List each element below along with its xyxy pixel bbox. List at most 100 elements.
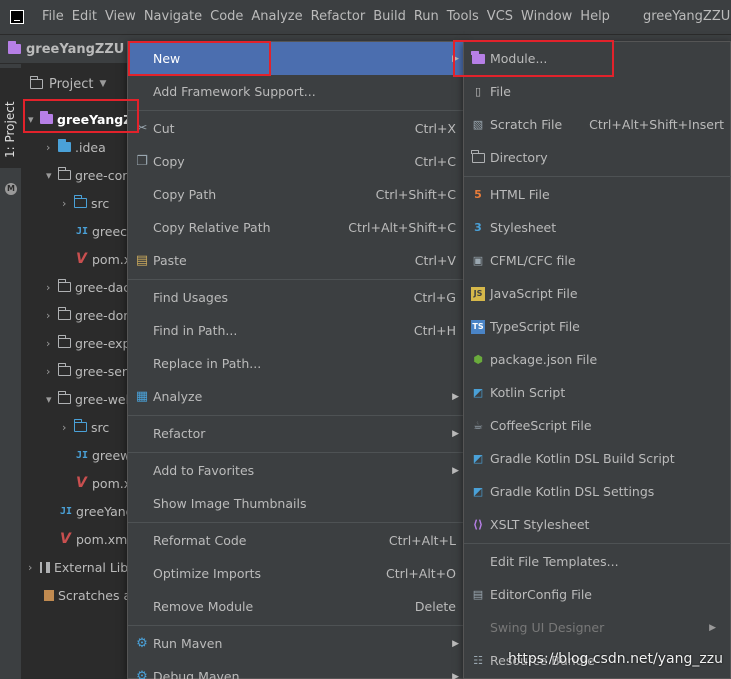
expand-arrow-icon[interactable]: ▾ — [46, 393, 58, 406]
project-panel-title[interactable]: Project — [49, 77, 93, 92]
kotlin-icon: ◩ — [472, 386, 484, 399]
menu-item-find-in-path[interactable]: Find in Path... Ctrl+H — [128, 314, 464, 347]
menu-tools[interactable]: Tools — [443, 0, 483, 34]
tree-item-pom-file[interactable]: V pom.xml — [60, 525, 131, 553]
tree-item-gree-domain[interactable]: › gree-dor — [46, 301, 128, 329]
menu-run[interactable]: Run — [410, 0, 443, 34]
menu-item-shortcut: Ctrl+Shift+C — [375, 187, 456, 202]
submenu-item-kotlin-script[interactable]: ◩ Kotlin Script — [464, 376, 731, 409]
breadcrumb-project[interactable]: greeYangZZU — [26, 42, 124, 57]
menu-item-copy-path[interactable]: Copy Path Ctrl+Shift+C — [128, 178, 464, 211]
tree-item-root-module[interactable]: ▾ greeYangZ — [28, 105, 132, 133]
submenu-item-gradle-kotlin-build[interactable]: ◩ Gradle Kotlin DSL Build Script — [464, 442, 731, 475]
tree-item-pom-file[interactable]: V pom.x — [76, 469, 131, 497]
maven-gear-icon: ⚙ — [136, 636, 148, 651]
menu-item-replace-in-path[interactable]: Replace in Path... — [128, 347, 464, 380]
menu-item-add-framework-support[interactable]: Add Framework Support... — [128, 75, 464, 108]
menu-item-cut[interactable]: ✂ Cut Ctrl+X — [128, 112, 464, 145]
submenu-arrow-icon: ▶ — [452, 671, 459, 679]
submenu-item-html-file[interactable]: 5 HTML File — [464, 178, 731, 211]
menu-analyze[interactable]: Analyze — [247, 0, 306, 34]
collapsed-arrow-icon[interactable]: › — [46, 309, 58, 322]
submenu-item-directory[interactable]: Directory — [464, 141, 731, 174]
menu-item-optimize-imports[interactable]: Optimize Imports Ctrl+Alt+O — [128, 557, 464, 590]
submenu-item-package-json[interactable]: ⬢ package.json File — [464, 343, 731, 376]
menu-help[interactable]: Help — [576, 0, 614, 34]
menu-item-debug-maven[interactable]: ⚙ Debug Maven ▶ — [128, 660, 464, 679]
tree-item-gree-exp[interactable]: › gree-exp — [46, 329, 131, 357]
collapsed-arrow-icon[interactable]: › — [62, 421, 74, 434]
menu-item-label: Cut — [153, 121, 175, 136]
tree-item-iml-file[interactable]: JI greew — [76, 441, 130, 469]
tree-item-scratches[interactable]: Scratches a — [44, 581, 131, 609]
tree-item-gree-core[interactable]: ▾ gree-cor — [46, 161, 127, 189]
menu-item-label: Reformat Code — [153, 533, 247, 548]
menu-item-analyze[interactable]: ▦ Analyze ▶ — [128, 380, 464, 413]
project-panel-header[interactable]: Project ▼ — [22, 64, 132, 104]
tree-item-gree-dao[interactable]: › gree-dac — [46, 273, 130, 301]
menu-edit[interactable]: Edit — [68, 0, 101, 34]
tree-item-pom-file[interactable]: V pom.x — [76, 245, 131, 273]
menu-item-remove-module[interactable]: Remove Module Delete — [128, 590, 464, 623]
chevron-down-icon[interactable]: ▼ — [99, 79, 106, 89]
menu-view[interactable]: View — [101, 0, 140, 34]
menu-item-run-maven[interactable]: ⚙ Run Maven ▶ — [128, 627, 464, 660]
submenu-item-edit-file-templates[interactable]: Edit File Templates... — [464, 545, 731, 578]
submenu-item-cfml-file[interactable]: ▣ CFML/CFC file — [464, 244, 731, 277]
folder-icon — [471, 149, 485, 165]
submenu-item-scratch-file[interactable]: ▧ Scratch File Ctrl+Alt+Shift+Insert — [464, 108, 731, 141]
collapsed-arrow-icon[interactable]: › — [46, 141, 58, 154]
tree-item-iml-file[interactable]: JI greeYang — [60, 497, 134, 525]
menu-item-copy[interactable]: ❐ Copy Ctrl+C — [128, 145, 464, 178]
menu-item-paste[interactable]: ▤ Paste Ctrl+V — [128, 244, 464, 277]
menu-window[interactable]: Window — [517, 0, 576, 34]
cut-icon: ✂ — [136, 121, 148, 136]
submenu-item-file[interactable]: ▯ File — [464, 75, 731, 108]
submenu-item-stylesheet[interactable]: 3 Stylesheet — [464, 211, 731, 244]
menu-item-find-usages[interactable]: Find Usages Ctrl+G — [128, 281, 464, 314]
maven-icon[interactable]: M — [5, 183, 17, 195]
submenu-item-coffeescript-file[interactable]: ☕ CoffeeScript File — [464, 409, 731, 442]
tree-item-src[interactable]: › src — [62, 189, 109, 217]
menu-item-reformat-code[interactable]: Reformat Code Ctrl+Alt+L — [128, 524, 464, 557]
tree-item-idea[interactable]: › .idea — [46, 133, 106, 161]
folder-icon — [57, 279, 71, 292]
menu-build[interactable]: Build — [369, 0, 410, 34]
submenu-item-editorconfig-file[interactable]: ▤ EditorConfig File — [464, 578, 731, 611]
menu-item-refactor[interactable]: Refactor ▶ — [128, 417, 464, 450]
menu-item-copy-relative-path[interactable]: Copy Relative Path Ctrl+Alt+Shift+C — [128, 211, 464, 244]
menu-navigate[interactable]: Navigate — [140, 0, 206, 34]
editorconfig-icon: ▤ — [472, 588, 484, 601]
menu-refactor[interactable]: Refactor — [307, 0, 370, 34]
submenu-item-shortcut: Ctrl+Alt+Shift+Insert — [589, 117, 724, 132]
submenu-arrow-icon: ▶ — [452, 53, 459, 64]
tree-item-iml-file[interactable]: JI greec — [76, 217, 127, 245]
tree-item-external-libraries[interactable]: › External Lib — [28, 553, 128, 581]
expand-arrow-icon[interactable]: ▾ — [28, 113, 40, 126]
submenu-item-xslt-stylesheet[interactable]: ⟨⟩ XSLT Stylesheet — [464, 508, 731, 541]
typescript-icon: TS — [471, 319, 485, 334]
maven-file-icon: V — [76, 475, 87, 491]
collapsed-arrow-icon[interactable]: › — [62, 197, 74, 210]
submenu-item-swing-ui-designer: Swing UI Designer ▶ — [464, 611, 731, 644]
tree-item-src[interactable]: › src — [62, 413, 109, 441]
submenu-item-javascript-file[interactable]: JS JavaScript File — [464, 277, 731, 310]
collapsed-arrow-icon[interactable]: › — [46, 365, 58, 378]
tree-item-gree-web[interactable]: ▾ gree-wel — [46, 385, 129, 413]
tree-item-gree-service[interactable]: › gree-ser — [46, 357, 127, 385]
submenu-item-module[interactable]: Module... — [464, 42, 731, 75]
submenu-item-typescript-file[interactable]: TS TypeScript File — [464, 310, 731, 343]
menu-file[interactable]: File — [38, 0, 68, 34]
menu-vcs[interactable]: VCS — [483, 0, 517, 34]
menu-item-add-to-favorites[interactable]: Add to Favorites ▶ — [128, 454, 464, 487]
menu-item-show-image-thumbnails[interactable]: Show Image Thumbnails — [128, 487, 464, 520]
collapsed-arrow-icon[interactable]: › — [46, 281, 58, 294]
analyze-icon: ▦ — [135, 389, 149, 404]
project-tool-tab-label[interactable]: 1: Project — [3, 101, 17, 158]
collapsed-arrow-icon[interactable]: › — [46, 337, 58, 350]
menu-item-new[interactable]: New ▶ — [128, 42, 464, 75]
menu-code[interactable]: Code — [206, 0, 247, 34]
expand-arrow-icon[interactable]: ▾ — [46, 169, 58, 182]
collapsed-arrow-icon[interactable]: › — [28, 561, 40, 574]
submenu-item-gradle-kotlin-settings[interactable]: ◩ Gradle Kotlin DSL Settings — [464, 475, 731, 508]
